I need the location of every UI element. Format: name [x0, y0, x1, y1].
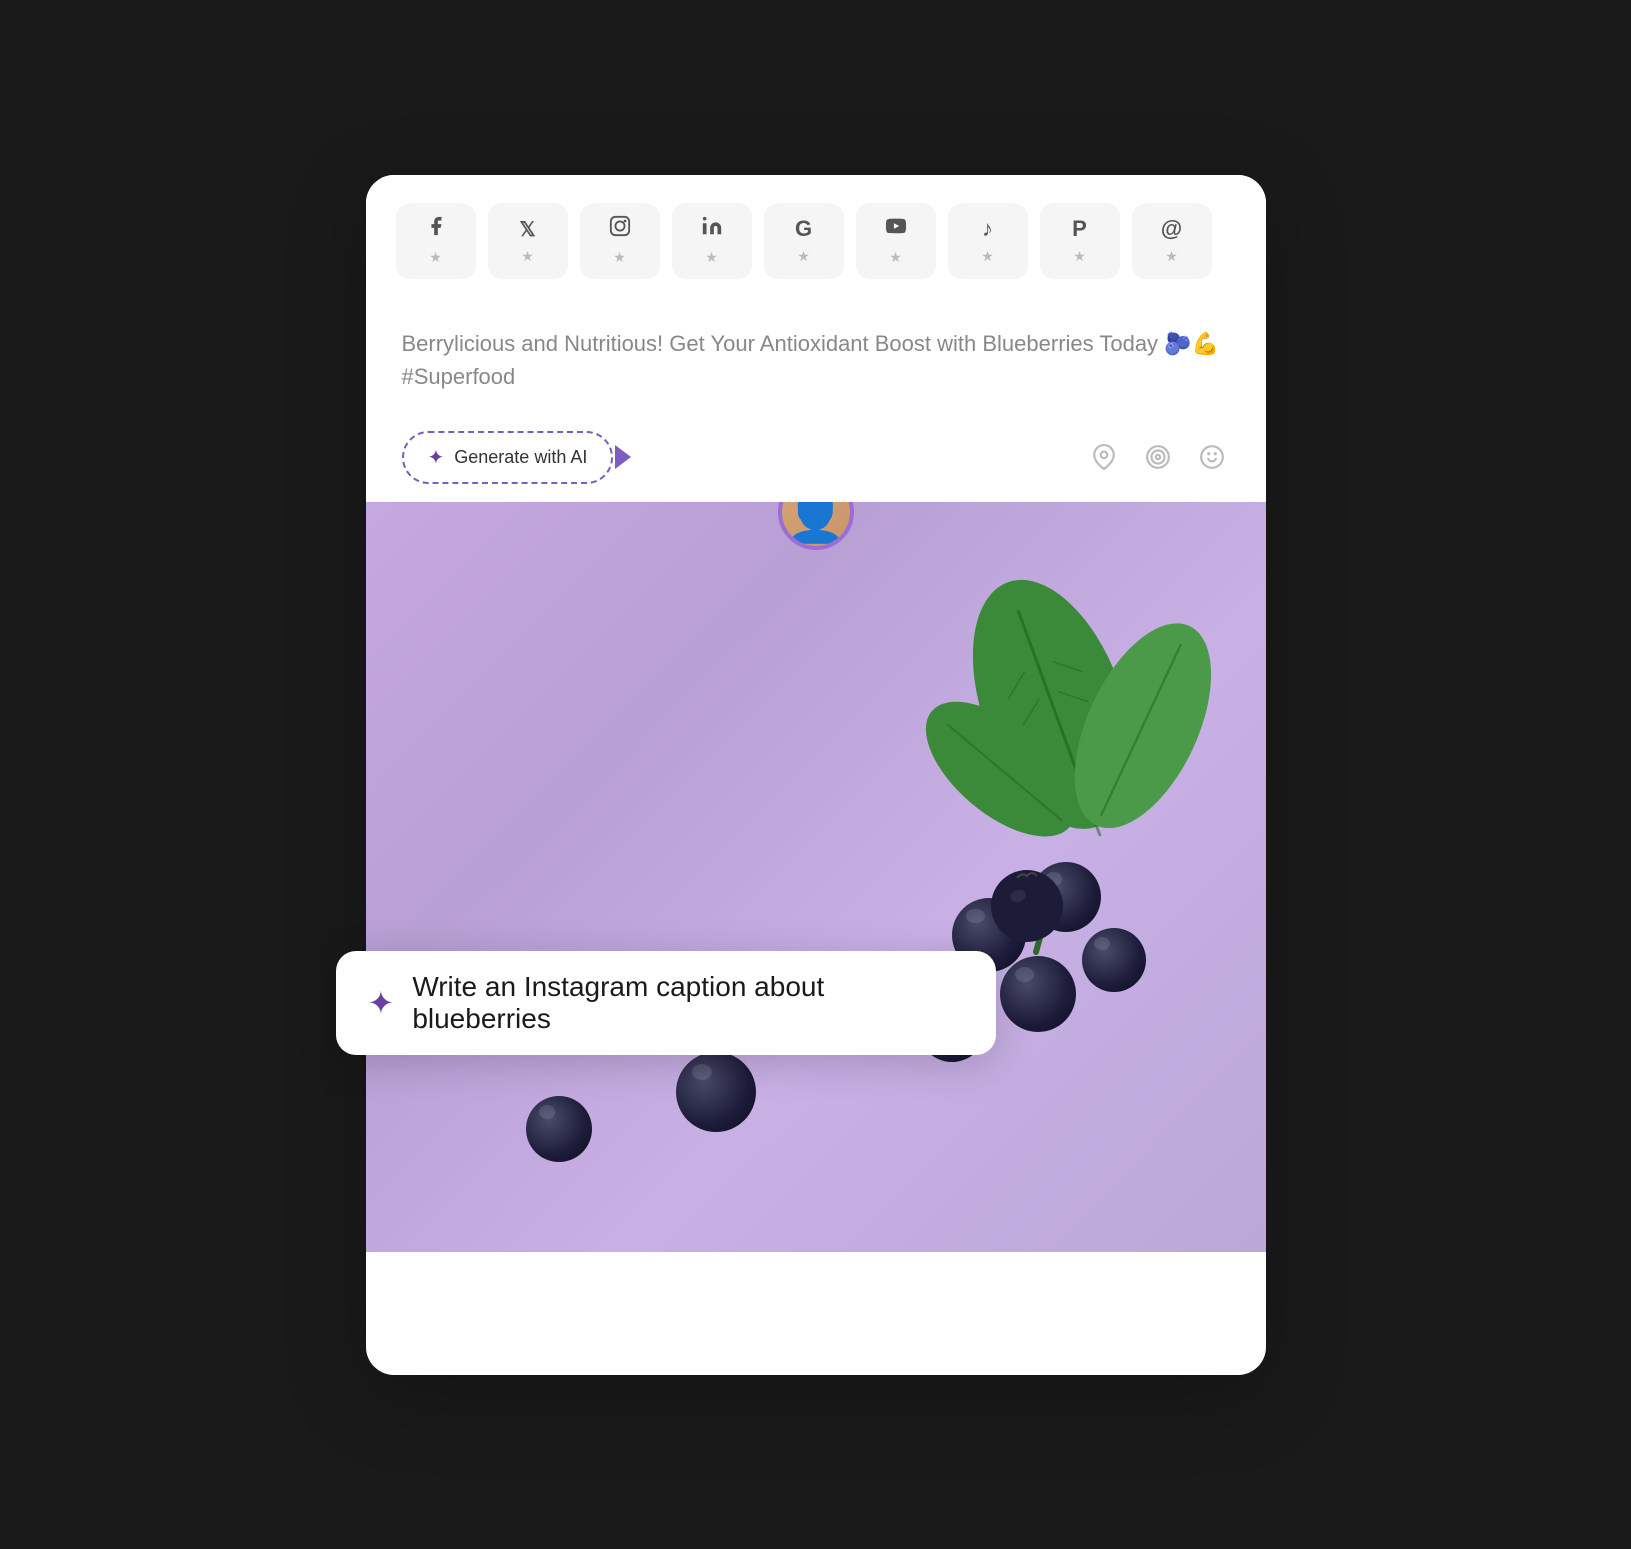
- location-icon[interactable]: [1086, 439, 1122, 475]
- tiktok-star: ★: [981, 248, 994, 265]
- generate-btn-wrapper: ✦ Generate with AI: [402, 431, 614, 484]
- arrow-pointer: [615, 445, 631, 469]
- blueberry-crown: [988, 864, 1066, 942]
- twitter-icon: 𝕏: [519, 217, 535, 242]
- pinterest-star: ★: [1073, 248, 1086, 265]
- social-btn-twitter[interactable]: 𝕏 ★: [488, 203, 568, 279]
- ai-prompt-text: Write an Instagram caption about blueber…: [412, 971, 963, 1035]
- google-icon: G: [795, 216, 812, 242]
- facebook-icon: [425, 215, 447, 243]
- card-wrapper: ✦ Write an Instagram caption about blueb…: [366, 175, 1266, 1375]
- youtube-star: ★: [889, 249, 902, 266]
- threads-icon: @: [1161, 216, 1182, 242]
- facebook-star: ★: [429, 249, 442, 266]
- ai-star-icon: ✦: [368, 984, 395, 1022]
- tiktok-icon: ♪: [982, 216, 993, 242]
- twitter-star: ★: [521, 248, 534, 265]
- blueberry-3: [526, 1096, 592, 1162]
- google-star: ★: [797, 248, 810, 265]
- linkedin-star: ★: [705, 249, 718, 266]
- social-btn-pinterest[interactable]: P ★: [1040, 203, 1120, 279]
- generate-ai-star-icon: ✦: [428, 445, 445, 470]
- instagram-icon: [609, 215, 631, 243]
- social-btn-instagram[interactable]: ★: [580, 203, 660, 279]
- target-icon[interactable]: [1140, 439, 1176, 475]
- blueberry-image: [366, 502, 1266, 1252]
- emoji-icon[interactable]: [1194, 439, 1230, 475]
- caption-area: Berrylicious and Nutritious! Get Your An…: [366, 303, 1266, 413]
- toolbar-icons: [1086, 439, 1230, 475]
- social-btn-facebook[interactable]: ★: [396, 203, 476, 279]
- social-btn-google[interactable]: G ★: [764, 203, 844, 279]
- social-btn-threads[interactable]: @ ★: [1132, 203, 1212, 279]
- ai-prompt-bubble: ✦ Write an Instagram caption about blueb…: [336, 951, 996, 1055]
- editor-toolbar: ✦ Generate with AI: [366, 413, 1266, 502]
- social-bar: ★ 𝕏 ★ ★ ★ G: [366, 175, 1266, 303]
- social-btn-youtube[interactable]: ★: [856, 203, 936, 279]
- blueberry-8: [1082, 928, 1146, 992]
- instagram-star: ★: [613, 249, 626, 266]
- threads-star: ★: [1165, 248, 1178, 265]
- blueberry-6: [1000, 956, 1076, 1032]
- blueberry-2: [676, 1052, 756, 1132]
- linkedin-icon: [701, 215, 723, 243]
- main-card: ★ 𝕏 ★ ★ ★ G: [366, 175, 1266, 1375]
- image-section: 👤: [366, 502, 1266, 1252]
- social-btn-linkedin[interactable]: ★: [672, 203, 752, 279]
- caption-text: Berrylicious and Nutritious! Get Your An…: [402, 327, 1230, 393]
- generate-ai-button[interactable]: ✦ Generate with AI: [402, 431, 614, 484]
- social-btn-tiktok[interactable]: ♪ ★: [948, 203, 1028, 279]
- generate-ai-label: Generate with AI: [454, 447, 587, 468]
- pinterest-icon: P: [1072, 216, 1087, 242]
- youtube-icon: [885, 215, 907, 243]
